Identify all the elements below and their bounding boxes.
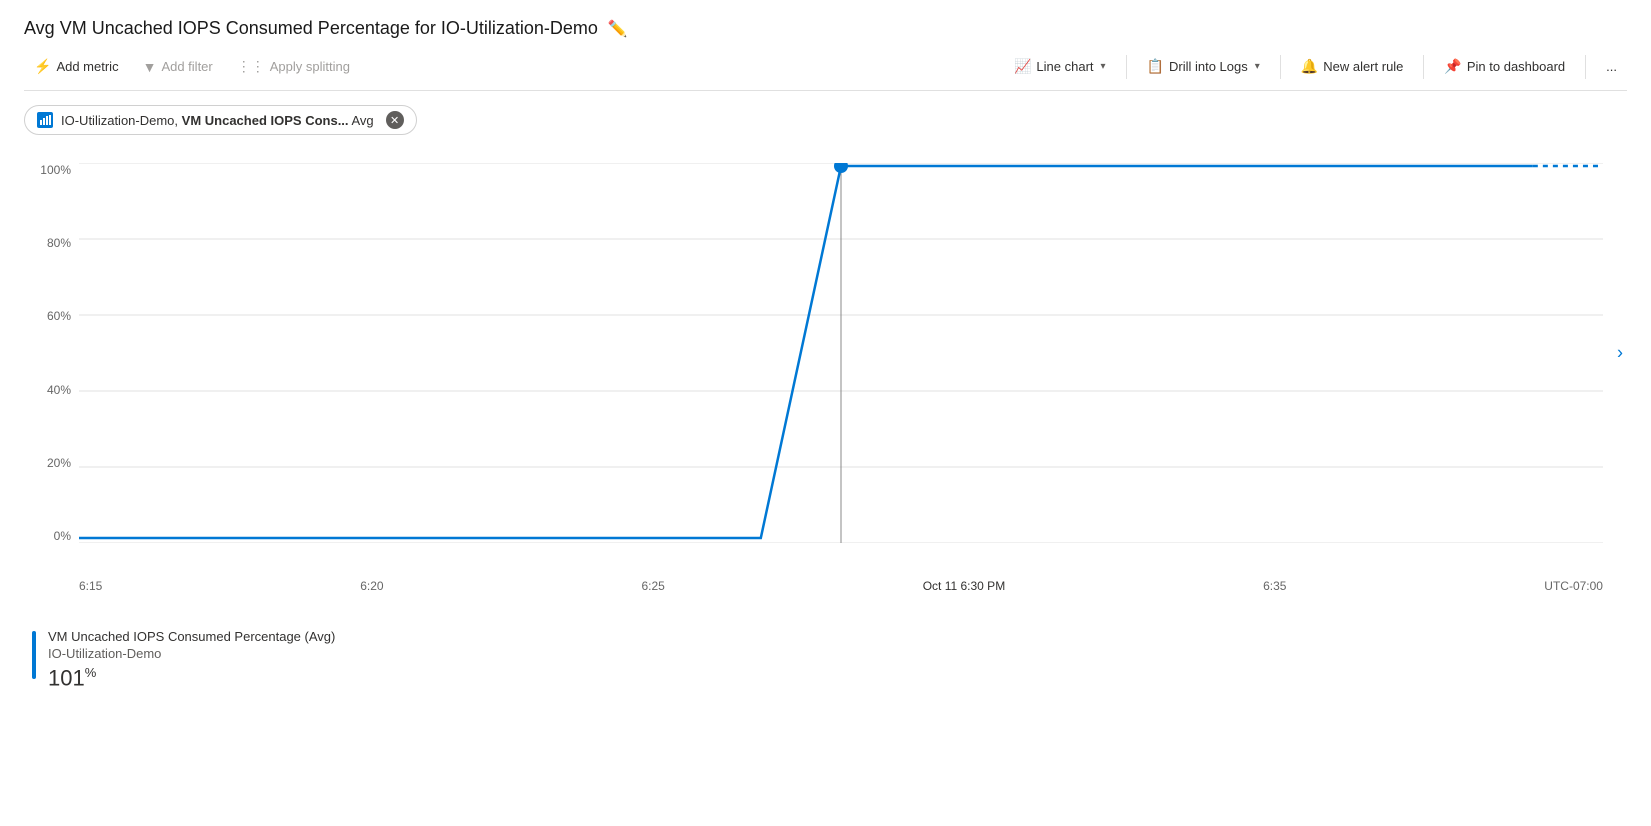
add-filter-button[interactable]: ▼ Add filter <box>133 54 223 80</box>
legend-text: VM Uncached IOPS Consumed Percentage (Av… <box>48 629 335 691</box>
more-options-button[interactable]: ... <box>1596 54 1627 79</box>
x-label-620: 6:20 <box>360 579 383 593</box>
drill-into-logs-button[interactable]: 📋 Drill into Logs ▾ <box>1137 53 1270 80</box>
line-chart-icon: 📈 <box>1014 58 1031 75</box>
toolbar-separator-2 <box>1280 55 1281 79</box>
toolbar-separator-3 <box>1423 55 1424 79</box>
add-metric-icon: ⚡ <box>34 58 51 75</box>
metric-pill-close-button[interactable]: ✕ <box>386 111 404 129</box>
y-label-0: 0% <box>24 529 79 543</box>
x-label-630: Oct 11 6:30 PM <box>923 579 1005 593</box>
legend-value: 101% <box>48 665 335 691</box>
line-chart-button[interactable]: 📈 Line chart ▾ <box>1004 53 1116 80</box>
metric-pill-text: IO-Utilization-Demo, VM Uncached IOPS Co… <box>61 113 374 128</box>
y-label-20: 20% <box>24 456 79 470</box>
new-alert-rule-button[interactable]: 🔔 New alert rule <box>1291 53 1414 80</box>
chart-container: 0% 20% 40% 60% 80% 100% <box>24 163 1627 583</box>
x-axis: 6:15 6:20 6:25 Oct 11 6:30 PM 6:35 UTC-0… <box>79 579 1603 593</box>
apply-splitting-button[interactable]: ⋮⋮ Apply splitting <box>227 53 360 80</box>
y-label-80: 80% <box>24 236 79 250</box>
apply-splitting-icon: ⋮⋮ <box>237 58 265 75</box>
add-metric-button[interactable]: ⚡ Add metric <box>24 53 129 80</box>
x-label-615: 6:15 <box>79 579 102 593</box>
toolbar-right: 📈 Line chart ▾ 📋 Drill into Logs ▾ 🔔 New… <box>1004 53 1627 80</box>
chart-svg <box>79 163 1603 543</box>
pin-to-dashboard-button[interactable]: 📌 Pin to dashboard <box>1434 53 1575 80</box>
line-chart-chevron: ▾ <box>1101 61 1106 72</box>
x-label-625: 6:25 <box>641 579 664 593</box>
metric-pill-icon <box>37 112 53 128</box>
y-label-100: 100% <box>24 163 79 177</box>
legend-color-bar <box>32 631 36 679</box>
toolbar-left: ⚡ Add metric ▼ Add filter ⋮⋮ Apply split… <box>24 53 1004 80</box>
add-filter-icon: ▼ <box>143 59 157 75</box>
page: Avg VM Uncached IOPS Consumed Percentage… <box>0 0 1651 826</box>
toolbar: ⚡ Add metric ▼ Add filter ⋮⋮ Apply split… <box>24 53 1627 91</box>
y-axis: 0% 20% 40% 60% 80% 100% <box>24 163 79 543</box>
metric-pill: IO-Utilization-Demo, VM Uncached IOPS Co… <box>24 105 417 135</box>
y-label-40: 40% <box>24 383 79 397</box>
legend: VM Uncached IOPS Consumed Percentage (Av… <box>24 629 1627 691</box>
new-alert-icon: 🔔 <box>1301 58 1318 75</box>
chart-area: › <box>79 163 1603 543</box>
y-label-60: 60% <box>24 309 79 323</box>
title-row: Avg VM Uncached IOPS Consumed Percentage… <box>24 18 1627 39</box>
edit-icon[interactable]: ✏️ <box>608 19 628 39</box>
x-label-timezone: UTC-07:00 <box>1544 579 1603 593</box>
expand-chart-button[interactable]: › <box>1617 343 1623 364</box>
page-title: Avg VM Uncached IOPS Consumed Percentage… <box>24 18 598 39</box>
legend-title: VM Uncached IOPS Consumed Percentage (Av… <box>48 629 335 644</box>
x-label-635: 6:35 <box>1263 579 1286 593</box>
pin-icon: 📌 <box>1444 58 1461 75</box>
legend-subtitle: IO-Utilization-Demo <box>48 646 335 661</box>
drill-logs-chevron: ▾ <box>1255 61 1260 72</box>
drill-logs-icon: 📋 <box>1147 58 1164 75</box>
toolbar-separator-4 <box>1585 55 1586 79</box>
toolbar-separator-1 <box>1126 55 1127 79</box>
